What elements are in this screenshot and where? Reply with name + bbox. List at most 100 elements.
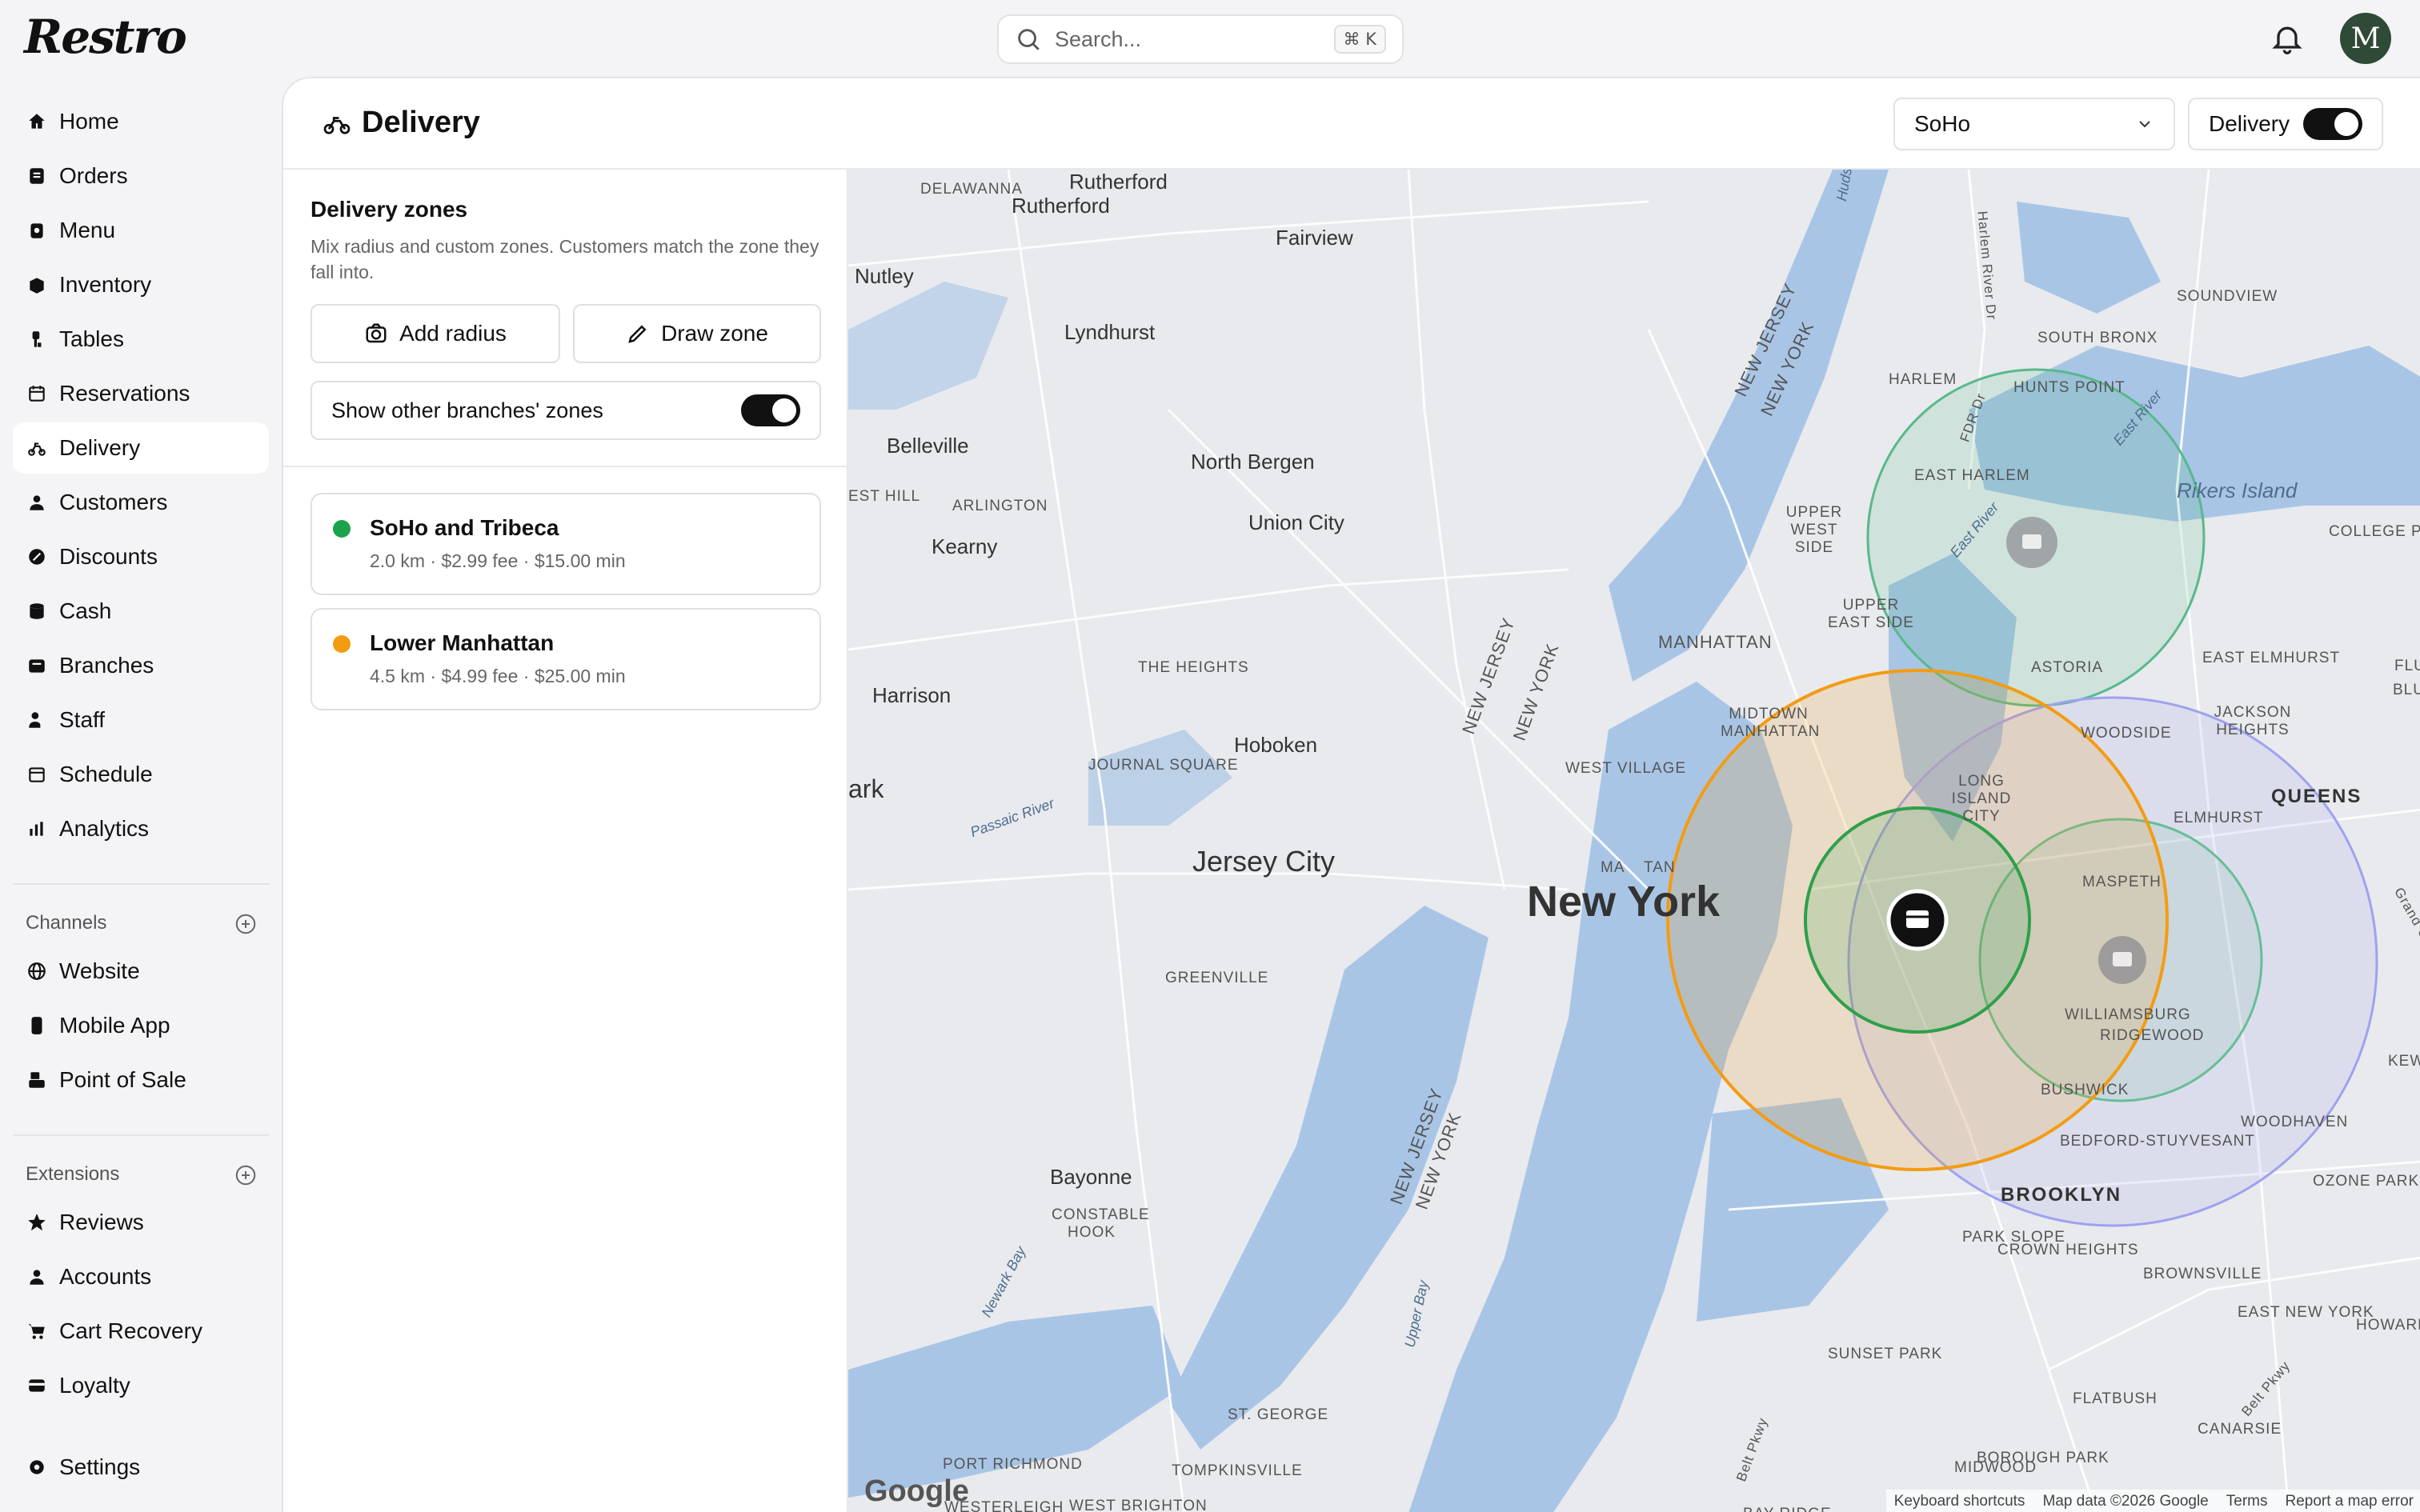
sidebar-item-branches[interactable]: Branches [13,640,269,691]
map-label-east-new-york: EAST NEW YORK [2238,1304,2374,1321]
zone-card-lower-manhattan[interactable]: Lower Manhattan 4.5 km · $4.99 fee · $25… [311,608,821,710]
sidebar-item-loyalty[interactable]: Loyalty [13,1360,269,1411]
analytics-icon [26,818,48,840]
inventory-icon [26,274,48,296]
cart-icon [26,1320,48,1342]
map-label-journal-square: JOURNAL SQUARE [1088,757,1239,774]
map-label-woodside: WOODSIDE [2081,725,2172,742]
sidebar-item-inventory[interactable]: Inventory [13,259,269,310]
sidebar-item-home[interactable]: Home [13,96,269,147]
sidebar-item-delivery[interactable]: Delivery [13,422,269,474]
branch-select[interactable]: SoHo [1893,98,2175,150]
search-bar[interactable]: Search... ⌘ K [997,14,1404,64]
map-label-hunts-point: HUNTS POINT [2013,379,2126,396]
staff-icon [26,709,48,731]
search-shortcut: ⌘ K [1333,25,1386,54]
user-icon [26,491,48,514]
map-label-howard-beach: HOWARD BEAC [2356,1317,2420,1334]
sidebar-item-reservations[interactable]: Reservations [13,368,269,419]
report-error-link[interactable]: Report a map error [2285,1493,2414,1510]
camera-icon [366,323,387,343]
zone-name: SoHo and Tribeca [370,515,559,540]
map-label-midtown: MIDTOWN MANHATTAN [1721,706,1821,740]
delivery-toggle-label: Delivery [2209,111,2290,136]
map-label-soundview: SOUNDVIEW [2177,288,2278,305]
delivery-toggle[interactable] [2303,108,2362,140]
map-label-ark: ark [848,774,884,803]
map-canvas [848,170,2420,1512]
bell-icon[interactable] [2270,21,2305,56]
show-other-zones-toggle[interactable] [741,394,800,426]
sidebar-item-schedule[interactable]: Schedule [13,749,269,800]
sidebar-item-staff[interactable]: Staff [13,694,269,746]
sidebar-item-settings[interactable]: Settings [13,1442,269,1493]
map-label-belleville: Belleville [887,434,969,458]
zones-panel: Delivery zones Mix radius and custom zon… [283,170,848,1512]
pos-icon [26,1069,48,1091]
sidebar-item-accounts[interactable]: Accounts [13,1251,269,1302]
map-label-canarsie: CANARSIE [2198,1421,2282,1438]
zone-card-soho-tribeca[interactable]: SoHo and Tribeca 2.0 km · $2.99 fee · $1… [311,493,821,595]
map-label-manhattan-short: MA [1601,859,1625,876]
calendar-icon [26,382,48,405]
sidebar-item-cash[interactable]: Cash [13,586,269,637]
sidebar-item-label: Loyalty [59,1373,130,1398]
tables-icon [26,328,48,350]
add-extension-icon[interactable] [234,1163,258,1187]
sidebar-item-menu[interactable]: Menu [13,205,269,256]
delivery-map[interactable]: DELAWANNA Rutherford Rutherford Fairview… [848,170,2420,1512]
add-radius-label: Add radius [399,321,507,346]
map-label-east-harlem: EAST HARLEM [1914,467,2030,484]
sidebar-item-mobile-app[interactable]: Mobile App [13,1000,269,1051]
add-radius-button[interactable]: Add radius [311,304,560,363]
pencil-icon [628,325,647,343]
panel-description: Mix radius and custom zones. Customers m… [311,236,819,282]
map-label-flatbush: FLATBUSH [2073,1390,2158,1407]
map-label-upper-east-side: UPPER EAST SIDE [1828,597,1914,631]
scooter-icon [26,437,48,459]
sidebar-item-label: Discounts [59,544,158,569]
gear-icon [26,1456,48,1478]
branch-select-value: SoHo [1914,111,1971,136]
sidebar-item-label: Website [59,958,140,983]
sidebar-item-orders[interactable]: Orders [13,150,269,202]
map-label-ridgewood: RIDGEWOOD [2100,1027,2205,1044]
sidebar-item-reviews[interactable]: Reviews [13,1197,269,1248]
discount-icon [26,546,48,568]
sidebar-item-label: Tables [59,326,124,351]
sidebar-item-cart-recovery[interactable]: Cart Recovery [13,1306,269,1357]
page-header: Delivery SoHo Delivery [283,78,2420,170]
add-channel-icon[interactable] [234,912,258,936]
sidebar-item-tables[interactable]: Tables [13,314,269,365]
keyboard-shortcuts-link[interactable]: Keyboard shortcuts [1894,1493,2025,1510]
map-label-williamsburg: WILLIAMSBURG [2065,1006,2191,1023]
zone-color-dot [333,635,351,653]
map-label-lyndhurst: Lyndhurst [1064,320,1156,344]
sidebar-item-analytics[interactable]: Analytics [13,803,269,854]
divider [283,466,848,467]
sidebar-item-customers[interactable]: Customers [13,477,269,528]
app-logo[interactable]: Restro [24,10,187,64]
delivery-toggle-group: Delivery [2188,98,2383,150]
map-label-midwood: MIDWOOD [1954,1459,2037,1476]
map-label-delawanna: DELAWANNA [920,181,1023,198]
home-icon [26,110,48,133]
search-input[interactable]: Search... [1055,27,1334,52]
sidebar-item-discounts[interactable]: Discounts [13,531,269,582]
sidebar-item-label: Home [59,109,119,134]
sidebar-item-label: Accounts [59,1264,152,1289]
avatar[interactable]: M [2340,13,2391,64]
sidebar-item-point-of-sale[interactable]: Point of Sale [13,1054,269,1106]
map-label-kew: KEW [2388,1053,2420,1070]
map-label-east-hill: EST HILL [848,488,921,505]
menu-icon [26,219,48,242]
sidebar-item-website[interactable]: Website [13,946,269,997]
map-label-greenville: GREENVILLE [1165,970,1269,986]
search-icon [1018,29,1040,50]
terms-link[interactable]: Terms [2226,1493,2268,1510]
draw-zone-button[interactable]: Draw zone [573,304,821,363]
star-icon [26,1211,48,1234]
map-label-woodhaven: WOODHAVEN [2241,1114,2349,1130]
map-label-hoboken: Hoboken [1234,733,1318,757]
sidebar-item-label: Delivery [59,435,141,460]
